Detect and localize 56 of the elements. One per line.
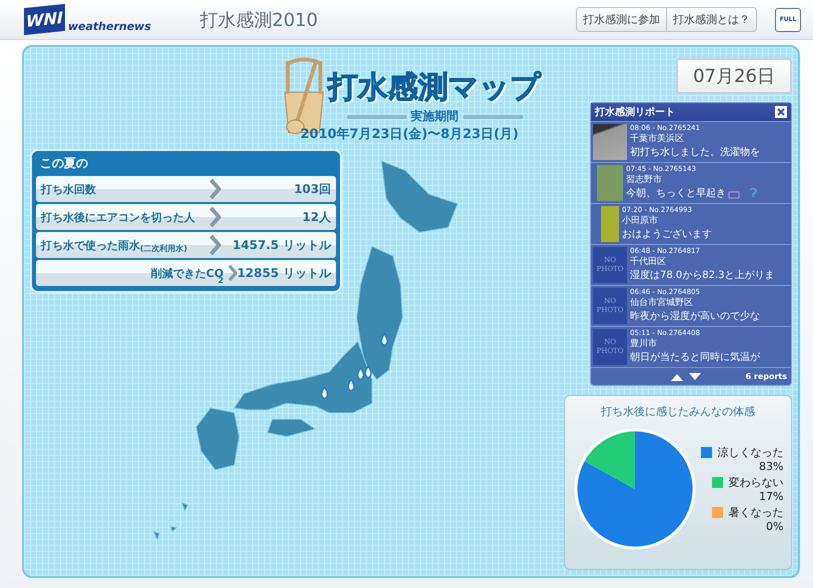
chevron-icon: [228, 263, 238, 283]
date-display: 07月26日: [676, 58, 792, 94]
report-place: 仙台市宮城野区: [630, 296, 694, 309]
header-button[interactable]: 打水感測に参加: [577, 8, 666, 31]
water-drop-icon[interactable]: [320, 386, 328, 400]
stat-value: 12855 リットル: [237, 264, 331, 282]
legend-value: 17%: [759, 490, 784, 503]
chevron-icon: [209, 207, 221, 227]
chevron-icon: [209, 235, 221, 255]
period-label: 実施期間: [410, 108, 458, 125]
stat-value: 12人: [301, 208, 331, 226]
report-text: 湿度は78.0から82.3と上がりま: [630, 268, 775, 282]
report-text: おはようございます: [622, 228, 712, 241]
report-text: 初打ち水しました。洗濯物を: [630, 146, 760, 159]
stat-label: 打ち水で使った雨水$_{(二次利用水)}$: [41, 238, 188, 252]
stat-label: 打ち水回数: [41, 182, 97, 196]
map-title: 打水感測マップ: [328, 69, 541, 107]
water-drop-icon[interactable]: [380, 333, 388, 346]
report-text: 今朝、ちっくと早起き: [626, 186, 726, 200]
legend-label: 暑くなった: [728, 505, 784, 520]
photo-placeholder: [597, 165, 623, 201]
island-shape: [170, 526, 178, 532]
stat-value: 103回: [292, 180, 331, 198]
close-button[interactable]: [775, 106, 787, 118]
up-arrow-icon[interactable]: [671, 372, 683, 380]
chevron-icon: [209, 179, 221, 199]
stat-label: 打ち水後にエアコンを切った人: [41, 210, 196, 224]
legend-label: 涼しくなった: [718, 445, 784, 460]
legend-value: 83%: [759, 460, 784, 473]
report-text: 昨夜から湿度が高いので少な: [630, 310, 760, 323]
report-place: 小田原市: [622, 214, 659, 227]
report-text: 朝日が当たると同時に気温が: [630, 350, 760, 364]
period-dates: 2010年7月23日(金)〜8月23日(月): [300, 126, 519, 143]
summary-title: この夏の: [39, 155, 89, 172]
legend-label: 変わらない: [728, 475, 784, 490]
report-title: 打水感測リポート: [595, 106, 675, 119]
water-drop-icon[interactable]: [364, 365, 372, 378]
report-count: 6 reports: [746, 372, 787, 381]
logo-mark: WNI: [24, 4, 65, 36]
down-arrow-icon[interactable]: [689, 372, 701, 380]
stat-value: 1457.5 リットル: [232, 236, 331, 254]
report-place: 千代田区: [630, 256, 667, 268]
report-place: 豊川市: [630, 338, 658, 350]
header-button[interactable]: 打水感測とは？: [666, 8, 756, 31]
photo-placeholder: [593, 124, 627, 160]
report-place: 習志野市: [626, 174, 663, 186]
page-title: 打水感測2010: [200, 8, 319, 32]
water-drop-icon[interactable]: [348, 378, 355, 392]
island-shape: [181, 502, 188, 512]
chart-title: 打ち水後に感じたみんなの体感: [601, 404, 755, 419]
report-place: 千葉市美浜区: [630, 132, 685, 145]
island-shape: [266, 418, 316, 437]
photo-placeholder: [601, 206, 619, 242]
legend-value: 0%: [766, 520, 784, 533]
water-drop-icon[interactable]: [357, 367, 364, 380]
logo-text: weathernews: [68, 20, 152, 33]
